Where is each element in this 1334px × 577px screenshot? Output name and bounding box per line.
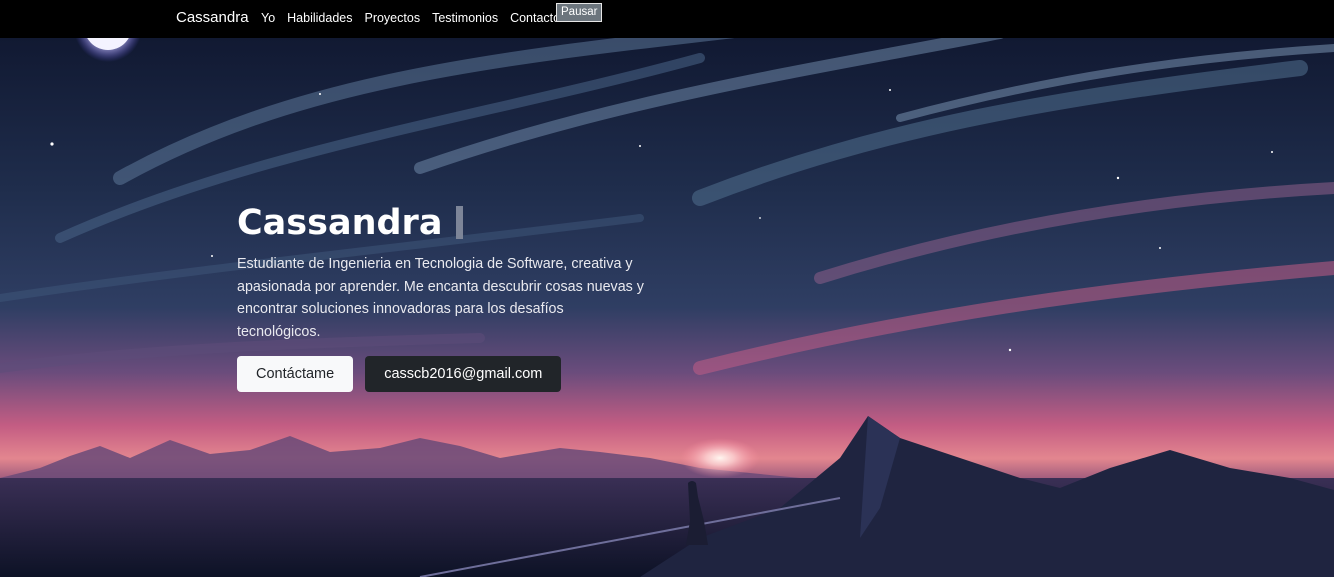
brand-link[interactable]: Cassandra	[176, 9, 249, 26]
nav-link-proyectos[interactable]: Proyectos	[364, 11, 420, 25]
nav-link-testimonios[interactable]: Testimonios	[432, 11, 498, 25]
navbar: Cassandra Yo Habilidades Proyectos Testi…	[0, 0, 1334, 38]
nav-link-yo[interactable]: Yo	[261, 11, 275, 25]
nav-link-habilidades[interactable]: Habilidades	[287, 11, 352, 25]
nav-link-contacto[interactable]: Contacto	[510, 11, 560, 25]
hero-content: Cassandra Estudiante de Ingenieria en Te…	[237, 203, 657, 392]
hero-buttons: Contáctame casscb2016@gmail.com	[237, 356, 657, 392]
hero-title-text: Cassandra	[237, 203, 443, 243]
hero-section: Cassandra Estudiante de Ingenieria en Te…	[0, 38, 1334, 577]
hero-description: Estudiante de Ingenieria en Tecnologia d…	[237, 256, 644, 340]
nav-links: Yo Habilidades Proyectos Testimonios Con…	[261, 11, 560, 25]
hero-title: Cassandra	[237, 203, 657, 243]
contact-button[interactable]: Contáctame	[237, 356, 354, 392]
typing-cursor	[456, 206, 464, 239]
hero-background-illustration	[0, 38, 1334, 577]
pause-button[interactable]: Pausar	[556, 3, 603, 22]
email-button[interactable]: casscb2016@gmail.com	[365, 356, 562, 392]
